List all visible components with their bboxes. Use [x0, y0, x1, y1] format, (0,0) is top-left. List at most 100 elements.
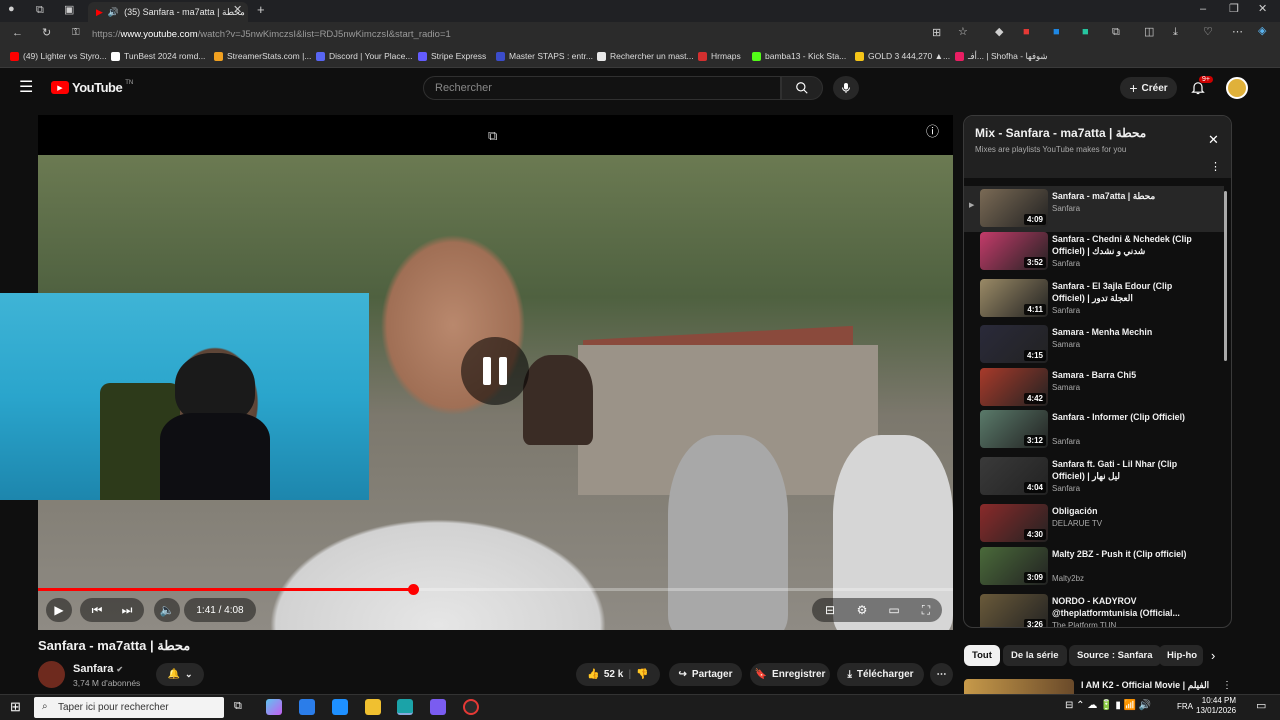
close-playlist-icon[interactable]: ✕ [1208, 133, 1219, 146]
copilot-taskbar-icon[interactable] [266, 699, 282, 715]
bookmark-item[interactable]: GOLD 3 444,270 ▲... [855, 51, 950, 61]
playlist-item-thumbnail[interactable]: 4:11 [980, 279, 1048, 317]
tab-youtube[interactable]: ▶ 🔊 (35) Sanfara - ma7atta | محطة [88, 2, 248, 22]
share-button[interactable]: ↪ Partager [669, 663, 742, 686]
filter-chip[interactable]: De la série [1003, 645, 1067, 666]
playlist-item[interactable]: ▶ 4:09 Sanfara - ma7atta | محطة Sanfara [964, 186, 1224, 232]
notification-center-icon[interactable]: ▭ [1256, 701, 1266, 712]
thumbs-down-icon[interactable]: 👎 [636, 669, 648, 680]
pause-overlay-button[interactable] [461, 337, 529, 405]
voice-search-button[interactable] [833, 76, 859, 100]
maximize-icon[interactable]: ❐ [1229, 4, 1239, 15]
play-button[interactable]: ▶ [46, 598, 72, 622]
hamburger-menu-icon[interactable]: ☰ [19, 80, 33, 96]
playlist-item[interactable]: 4:30 Obligación DELARUE TV [964, 501, 1224, 547]
url-field[interactable]: https://www.youtube.com/watch?v=J5nwKimc… [92, 26, 982, 43]
volume-button[interactable]: 🔈 [154, 598, 180, 622]
playlist-item[interactable]: 3:52 Sanfara - Chedni & Nchedek (Clip Off… [964, 229, 1224, 275]
playlist-more-icon[interactable]: ⋮ [1210, 162, 1221, 173]
like-button[interactable]: 👍 52 k [587, 669, 623, 680]
filter-chip[interactable]: Hip-ho [1159, 645, 1203, 666]
miniplayer-toggle-icon[interactable]: ⧉ [488, 129, 497, 142]
split-screen-icon[interactable]: ◫ [1144, 27, 1154, 38]
mail-icon[interactable] [332, 699, 348, 715]
obs-icon[interactable] [463, 699, 479, 715]
download-button[interactable]: ⤓ Télécharger [837, 663, 924, 686]
workspaces-icon[interactable]: ⧉ [36, 5, 44, 16]
previous-icon[interactable]: ⏮ [84, 598, 110, 622]
store-icon[interactable] [299, 699, 315, 715]
site-info-icon[interactable]: ⚿ [72, 28, 80, 38]
search-button[interactable] [781, 76, 823, 100]
taskbar-clock[interactable]: 10:44 PM 13/01/2026 [1196, 696, 1236, 716]
playlist-item-thumbnail[interactable]: 3:09 [980, 547, 1048, 585]
refresh-icon[interactable]: ↻ [42, 28, 51, 39]
bookmark-item[interactable]: bamba13 - Kick Sta... [752, 51, 846, 61]
avatar[interactable] [1226, 77, 1248, 99]
subscribed-bell-button[interactable]: 🔔 ⌄ [156, 663, 204, 686]
extension-green-icon[interactable]: ■ [1082, 27, 1089, 38]
playlist-item[interactable]: 4:11 Sanfara - El 3ajla Edour (Clip Offic… [964, 276, 1224, 322]
fullscreen-icon[interactable]: ⛶ [912, 598, 940, 622]
minimize-icon[interactable]: – [1200, 4, 1206, 15]
next-video-thumbnail[interactable] [964, 679, 1074, 694]
subtitles-icon[interactable]: ⊟ [816, 598, 844, 622]
next-icon[interactable]: ⏭ [114, 598, 140, 622]
extension-red-icon[interactable]: ■ [1023, 27, 1030, 38]
playlist-item-thumbnail[interactable]: 3:26 [980, 594, 1048, 627]
progress-bar[interactable] [38, 584, 953, 595]
back-icon[interactable]: ← [12, 28, 23, 39]
filter-chip[interactable]: Source : Sanfara [1069, 645, 1161, 666]
edge-icon[interactable] [397, 699, 413, 715]
extension-blue-icon[interactable]: ■ [1053, 27, 1060, 38]
playlist-item-thumbnail[interactable]: 4:15 [980, 325, 1048, 363]
info-icon[interactable]: ⓘ [926, 125, 939, 138]
playlist-item-thumbnail[interactable]: 3:52 [980, 232, 1048, 270]
playlist-item-thumbnail[interactable]: 4:42 [980, 368, 1048, 406]
filter-chip[interactable]: Tout [964, 645, 1000, 666]
playlist-item-thumbnail[interactable]: 3:12 [980, 410, 1048, 448]
taskbar-search-input[interactable]: ⌕ Taper ici pour rechercher [34, 697, 224, 718]
bookmark-item[interactable]: (49) Lighter vs Styro... [10, 51, 107, 61]
save-button[interactable]: 🔖 Enregistrer [750, 663, 830, 686]
settings-gear-icon[interactable]: ⚙ [848, 598, 876, 622]
bookmark-item[interactable]: Stripe Express [418, 51, 486, 61]
playlist-item[interactable]: 4:42 Samara - Barra Chi5 Samara [964, 365, 1224, 411]
profile-icon[interactable]: ● [8, 4, 15, 15]
settings-menu-icon[interactable]: ⋯ [1232, 27, 1243, 38]
tab-actions-icon[interactable]: ▣ [64, 5, 74, 16]
copilot-icon[interactable]: ◈ [1258, 26, 1266, 37]
bookmark-item[interactable]: StreamerStats.com |... [214, 51, 311, 61]
channel-avatar[interactable] [38, 661, 65, 688]
playlist-scrollbar[interactable] [1224, 191, 1227, 361]
theater-mode-icon[interactable]: ▭ [880, 598, 908, 622]
bookmark-item[interactable]: Rechercher un mast... [597, 51, 694, 61]
playlist-item[interactable]: 4:15 Samara - Menha Mechin Samara [964, 322, 1224, 368]
keyboard-language[interactable]: FRA [1177, 702, 1193, 711]
youtube-logo[interactable]: ▶ YouTube TN [51, 80, 133, 95]
window-close-icon[interactable]: ✕ [1258, 4, 1267, 15]
next-video-more-icon[interactable]: ⋮ [1222, 681, 1232, 691]
extension-icon[interactable]: ◆ [995, 27, 1003, 38]
performance-icon[interactable]: ♡ [1203, 27, 1213, 38]
playlist-title[interactable]: Mix - Sanfara - ma7atta | محطة [975, 126, 1146, 140]
playlist-item[interactable]: 3:26 NORDO - KADYROV @theplatformtunisia … [964, 591, 1224, 627]
windows-start-icon[interactable]: ⊞ [10, 700, 21, 713]
next-video-title[interactable]: I AM K2 - Official Movie | الفيلم [1081, 680, 1209, 691]
playlist-item[interactable]: 4:04 Sanfara ft. Gati - Lil Nhar (Clip Of… [964, 454, 1224, 500]
search-input[interactable]: Rechercher [423, 76, 781, 100]
playlist-item[interactable]: 3:12 Sanfara - Informer (Clip Officiel) Sa… [964, 407, 1224, 453]
channel-name[interactable]: Sanfara ✔ [73, 663, 123, 675]
playlist-item-thumbnail[interactable]: 4:09 [980, 189, 1048, 227]
chevron-right-icon[interactable]: › [1211, 649, 1215, 662]
bookmark-item[interactable]: Master STAPS : entr... [496, 51, 593, 61]
extensions-puzzle-icon[interactable]: ⧉ [1112, 27, 1120, 38]
bookmark-item[interactable]: TunBest 2024 romd... [111, 51, 205, 61]
file-explorer-icon[interactable] [365, 699, 381, 715]
downloads-icon[interactable]: ⤓ [1173, 27, 1178, 38]
new-tab-icon[interactable]: + [257, 3, 265, 16]
bookmark-item[interactable]: أفـ... | Shofha - شوفها [955, 51, 1048, 62]
close-tab-icon[interactable]: ✕ [233, 5, 242, 16]
playlist-item[interactable]: 3:09 Malty 2BZ - Push it (Clip officiel) M… [964, 544, 1224, 590]
bookmark-item[interactable]: Discord | Your Place... [316, 51, 412, 61]
